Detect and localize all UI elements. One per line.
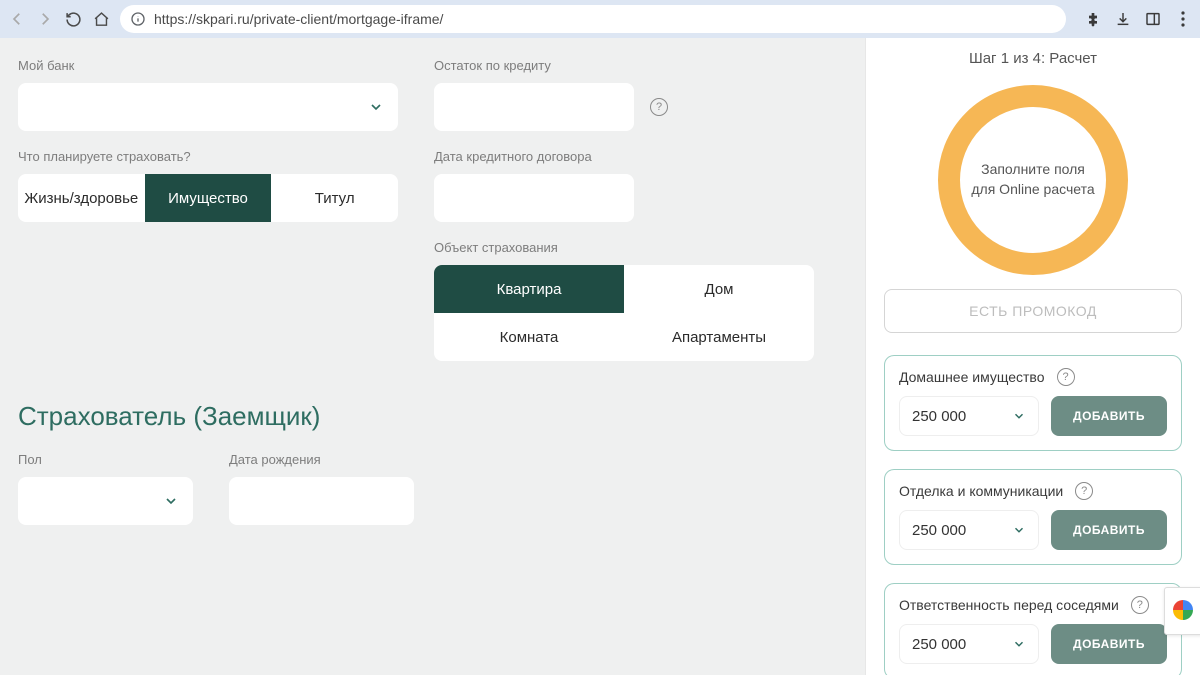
date-input[interactable] bbox=[434, 174, 634, 222]
object-option-room[interactable]: Комната bbox=[434, 313, 624, 361]
bank-select[interactable] bbox=[18, 83, 398, 131]
forward-icon[interactable] bbox=[36, 10, 54, 28]
progress-circle: Заполните поля для Online расчета bbox=[938, 85, 1128, 275]
step-indicator: Шаг 1 из 4: Расчет bbox=[884, 50, 1182, 67]
amount-value: 250 000 bbox=[912, 522, 966, 539]
chevron-down-icon bbox=[368, 99, 384, 115]
amount-select[interactable]: 250 000 bbox=[899, 624, 1039, 664]
object-option-apart[interactable]: Апартаменты bbox=[624, 313, 814, 361]
recaptcha-badge[interactable] bbox=[1164, 587, 1200, 635]
add-button[interactable]: ДОБАВИТЬ bbox=[1051, 624, 1167, 664]
home-icon[interactable] bbox=[92, 10, 110, 28]
chevron-down-icon bbox=[1012, 409, 1026, 423]
addon-card-home: Домашнее имущество ? 250 000 ДОБАВИТЬ bbox=[884, 355, 1182, 451]
section-title: Страхователь (Заемщик) bbox=[18, 401, 837, 432]
recaptcha-icon bbox=[1173, 600, 1193, 620]
help-icon[interactable]: ? bbox=[1075, 482, 1093, 500]
download-icon[interactable] bbox=[1114, 10, 1132, 28]
panel-icon[interactable] bbox=[1144, 10, 1162, 28]
site-info-icon[interactable] bbox=[130, 11, 146, 27]
amount-select[interactable]: 250 000 bbox=[899, 396, 1039, 436]
object-segment: Квартира Дом Комната Апартаменты bbox=[434, 265, 814, 361]
object-label: Объект страхования bbox=[434, 240, 814, 255]
chrome-right-icons bbox=[1084, 10, 1192, 28]
extensions-icon[interactable] bbox=[1084, 10, 1102, 28]
card-title: Отделка и коммуникации bbox=[899, 483, 1063, 499]
bank-label: Мой банк bbox=[18, 58, 398, 73]
insure-option-property[interactable]: Имущество bbox=[145, 174, 272, 222]
add-button[interactable]: ДОБАВИТЬ bbox=[1051, 396, 1167, 436]
gender-label: Пол bbox=[18, 452, 193, 467]
sidebar: Шаг 1 из 4: Расчет Заполните поля для On… bbox=[865, 38, 1200, 675]
url-bar[interactable]: https://skpari.ru/private-client/mortgag… bbox=[120, 5, 1066, 33]
addon-card-finish: Отделка и коммуникации ? 250 000 ДОБАВИТ… bbox=[884, 469, 1182, 565]
help-icon[interactable]: ? bbox=[1131, 596, 1149, 614]
object-option-flat[interactable]: Квартира bbox=[434, 265, 624, 313]
form-area: Мой банк Что планируете страховать? Жизн… bbox=[0, 38, 865, 675]
browser-chrome: https://skpari.ru/private-client/mortgag… bbox=[0, 0, 1200, 38]
amount-value: 250 000 bbox=[912, 636, 966, 653]
chevron-down-icon bbox=[163, 493, 179, 509]
help-icon[interactable]: ? bbox=[650, 98, 668, 116]
object-option-house[interactable]: Дом bbox=[624, 265, 814, 313]
circle-text: Заполните поля для Online расчета bbox=[970, 160, 1096, 199]
addon-card-liability: Ответственность перед соседями ? 250 000… bbox=[884, 583, 1182, 675]
insure-segment: Жизнь/здоровье Имущество Титул bbox=[18, 174, 398, 222]
help-icon[interactable]: ? bbox=[1057, 368, 1075, 386]
insure-option-title[interactable]: Титул bbox=[271, 174, 398, 222]
birth-input[interactable] bbox=[229, 477, 414, 525]
amount-value: 250 000 bbox=[912, 408, 966, 425]
reload-icon[interactable] bbox=[64, 10, 82, 28]
card-title: Ответственность перед соседями bbox=[899, 597, 1119, 613]
insure-option-life[interactable]: Жизнь/здоровье bbox=[18, 174, 145, 222]
url-text: https://skpari.ru/private-client/mortgag… bbox=[154, 11, 443, 27]
add-button[interactable]: ДОБАВИТЬ bbox=[1051, 510, 1167, 550]
chevron-down-icon bbox=[1012, 637, 1026, 651]
date-label: Дата кредитного договора bbox=[434, 149, 814, 164]
chevron-down-icon bbox=[1012, 523, 1026, 537]
promo-button[interactable]: ЕСТЬ ПРОМОКОД bbox=[884, 289, 1182, 333]
menu-icon[interactable] bbox=[1174, 10, 1192, 28]
birth-label: Дата рождения bbox=[229, 452, 414, 467]
balance-input[interactable] bbox=[434, 83, 634, 131]
insure-label: Что планируете страховать? bbox=[18, 149, 398, 164]
amount-select[interactable]: 250 000 bbox=[899, 510, 1039, 550]
back-icon[interactable] bbox=[8, 10, 26, 28]
card-title: Домашнее имущество bbox=[899, 369, 1045, 385]
balance-label: Остаток по кредиту bbox=[434, 58, 814, 73]
gender-select[interactable] bbox=[18, 477, 193, 525]
